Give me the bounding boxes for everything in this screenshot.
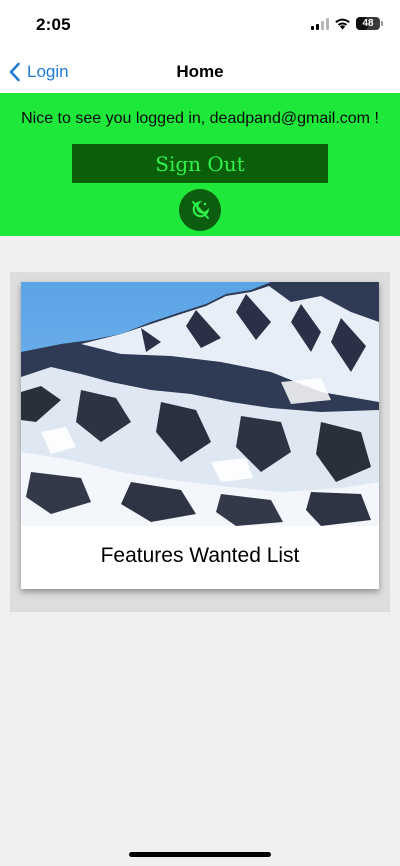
theme-toggle-button[interactable] xyxy=(179,189,221,231)
features-wanted-card[interactable]: Features Wanted List xyxy=(21,282,379,589)
status-time: 2:05 xyxy=(36,15,71,34)
status-bar: 2:05 48 xyxy=(0,0,400,50)
welcome-banner: Nice to see you logged in, deadpand@gmai… xyxy=(0,93,400,236)
status-icons: 48 xyxy=(311,17,383,30)
sign-out-button[interactable]: Sign Out xyxy=(72,144,328,183)
battery-icon: 48 xyxy=(356,17,383,30)
card-title: Features Wanted List xyxy=(100,544,300,567)
navigation-bar: Login Home xyxy=(0,50,400,93)
cellular-signal-icon xyxy=(311,17,329,30)
dark-mode-toggle-icon xyxy=(192,200,210,219)
snowy-mountain-image xyxy=(21,282,379,526)
welcome-message: Nice to see you logged in, deadpand@gmai… xyxy=(21,110,379,127)
page-title: Home xyxy=(176,62,224,81)
battery-level: 48 xyxy=(362,18,374,29)
card-container: Features Wanted List xyxy=(10,272,390,612)
wifi-icon xyxy=(335,18,350,30)
home-indicator xyxy=(129,852,271,857)
